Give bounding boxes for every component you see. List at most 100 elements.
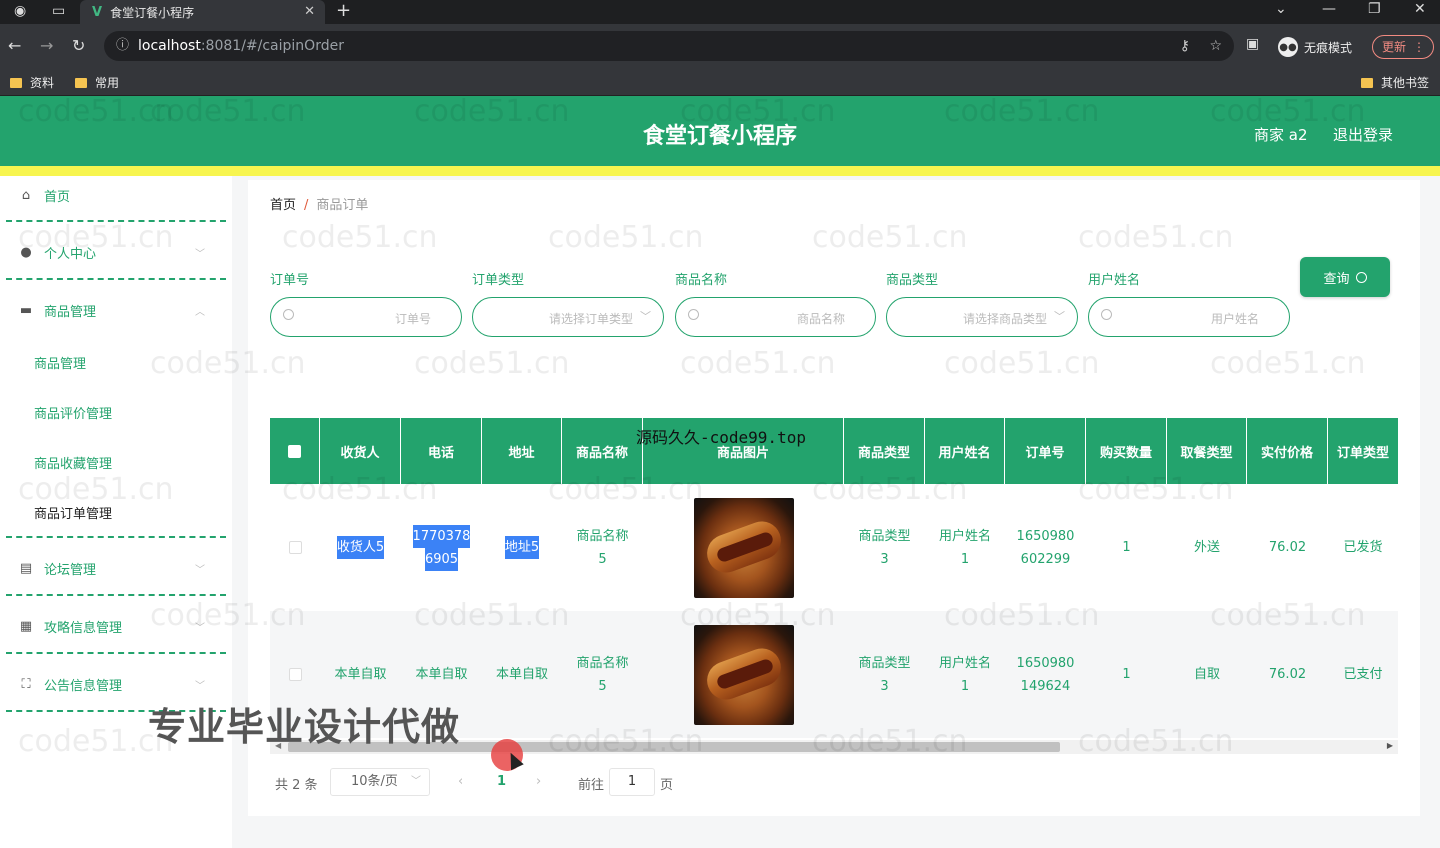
cell-quantity: 1 (1122, 667, 1131, 682)
cell-goods-type: 商品类型 3 (844, 484, 925, 611)
back-icon[interactable]: ← (8, 36, 21, 55)
bookmark-folder-2[interactable]: 常用 (75, 74, 119, 91)
sidebar-item-personal[interactable]: ● 个人中心 (18, 243, 96, 262)
user-icon: ● (20, 245, 32, 260)
tab-title: 食堂订餐小程序 (110, 5, 195, 20)
col-header-pickup-type[interactable]: 取餐类型 (1167, 418, 1247, 484)
cell-phone: 1770378 6905 (401, 484, 482, 611)
search-icon (1101, 309, 1112, 320)
goods-name-line1: 商品名称 (576, 528, 629, 544)
reload-icon[interactable]: ↻ (72, 36, 85, 55)
sidebar-item-label: 攻略信息管理 (44, 621, 123, 636)
restore-icon[interactable]: ❐ (1368, 1, 1381, 17)
order-type-placeholder: 请选择订单类型 (548, 312, 633, 326)
chevron-down-icon: ﹀ (195, 249, 205, 260)
page-unit-label: 页 (660, 778, 674, 793)
goto-page-input[interactable]: 1 (609, 768, 655, 796)
cell-goods-type: 商品类型 3 (844, 611, 925, 738)
user-name-line2: 1 (960, 678, 970, 694)
col-header-phone[interactable]: 电话 (401, 418, 482, 484)
sidebar-subitem-orders[interactable]: 商品订单管理 (34, 503, 112, 522)
col-header-address[interactable]: 地址 (482, 418, 562, 484)
cell-receiver: 收货人5 (320, 484, 401, 611)
url-path: :8081/#/caipinOrder (200, 38, 344, 54)
goods-type-select[interactable]: 请选择商品类型 ﹀ (886, 297, 1078, 337)
promo-watermark-text: 专业毕业设计代做 (148, 705, 461, 749)
new-tab-icon[interactable]: + (336, 0, 351, 21)
cell-goods-name: 商品名称 5 (562, 611, 643, 738)
row-checkbox[interactable] (288, 541, 302, 554)
url-field[interactable]: ⓘ localhost:8081/#/caipinOrder ⚷ ☆ (104, 31, 1234, 61)
select-all-checkbox[interactable] (288, 444, 301, 458)
bookmark-star-icon[interactable]: ☆ (1209, 31, 1222, 61)
breadcrumb: 首页 / 商品订单 (270, 194, 368, 213)
phone-value-line2: 6905 (424, 547, 459, 571)
goods-image[interactable] (693, 497, 794, 598)
search-icon (283, 309, 294, 320)
sidebar-subitem-goods[interactable]: 商品管理 (34, 353, 86, 372)
other-bookmarks[interactable]: 其他书签 (1361, 74, 1429, 91)
cell-order-no: 1650980 149624 (1005, 611, 1086, 738)
query-button[interactable]: 查询 (1300, 257, 1390, 297)
folder-icon (75, 77, 87, 88)
chevron-down-icon: ﹀ (195, 681, 205, 692)
sidebar-item-notice[interactable]: ⛶ 公告信息管理 (18, 675, 122, 694)
filter-label-order-no: 订单号 (270, 273, 310, 288)
logout-link[interactable]: 退出登录 (1333, 124, 1393, 145)
cell-order-status: 已支付 (1343, 667, 1383, 682)
sidebar-divider (6, 594, 226, 596)
goods-name-input[interactable]: 商品名称 (675, 297, 876, 337)
tab-search-icon[interactable]: ⌄ (1275, 1, 1287, 17)
incognito-indicator[interactable]: ●● 无痕模式 (1278, 37, 1352, 57)
browser-tab[interactable]: V 食堂订餐小程序 ✕ (80, 0, 325, 24)
user-name-placeholder: 用户姓名 (1210, 312, 1259, 326)
key-icon[interactable]: ⚷ (1180, 31, 1190, 61)
app-header: 食堂订餐小程序 商家 a2 退出登录 (0, 96, 1440, 166)
tab-overview-icon[interactable]: ▭ (52, 3, 65, 19)
sidebar-subitem-favorites[interactable]: 商品收藏管理 (34, 453, 112, 472)
col-header-order-no[interactable]: 订单号 (1005, 418, 1086, 484)
col-header-user-name[interactable]: 用户姓名 (925, 418, 1005, 484)
breadcrumb-home[interactable]: 首页 (270, 198, 296, 213)
col-header-price[interactable]: 实付价格 (1247, 418, 1328, 484)
scroll-right-icon[interactable]: ▶ (1387, 741, 1393, 750)
forward-icon[interactable]: → (40, 36, 53, 55)
update-label: 更新 (1382, 40, 1407, 54)
minimize-icon[interactable]: — (1322, 1, 1336, 17)
order-no-placeholder: 订单号 (394, 312, 431, 326)
url-host: localhost (138, 38, 201, 54)
user-name-input[interactable]: 用户姓名 (1088, 297, 1290, 337)
sidebar-item-forum[interactable]: ▤ 论坛管理 (18, 559, 96, 578)
bookmark-folder-1[interactable]: 资料 (10, 74, 54, 91)
prev-page-icon[interactable]: ‹ (458, 774, 463, 789)
next-page-icon[interactable]: › (536, 774, 541, 789)
forum-icon: ▤ (19, 561, 33, 576)
browser-menu-icon[interactable]: ◉ (14, 3, 26, 19)
col-header-goods-type[interactable]: 商品类型 (844, 418, 925, 484)
col-header-receiver[interactable]: 收货人 (320, 418, 401, 484)
update-button[interactable]: 更新 ⋮ (1372, 35, 1434, 59)
window-close-icon[interactable]: ✕ (1414, 1, 1426, 17)
site-info-icon[interactable]: ⓘ (116, 31, 129, 61)
goods-name-placeholder: 商品名称 (796, 312, 845, 326)
goods-image[interactable] (693, 624, 794, 725)
sidepanel-icon[interactable]: ▣ (1246, 36, 1259, 52)
sidebar-subitem-reviews[interactable]: 商品评价管理 (34, 403, 112, 422)
tab-close-icon[interactable]: ✕ (304, 4, 315, 19)
cell-order-status: 已发货 (1343, 540, 1383, 555)
sidebar-item-home[interactable]: ⌂ 首页 (18, 186, 70, 205)
col-header-quantity[interactable]: 购买数量 (1086, 418, 1167, 484)
col-header-goods-name[interactable]: 商品名称 (562, 418, 643, 484)
sidebar-item-label: 个人中心 (44, 247, 97, 262)
page-size-select[interactable]: 10条/页 ﹀ (330, 768, 430, 796)
row-checkbox[interactable] (288, 668, 302, 681)
chevron-down-icon: ﹀ (195, 565, 205, 576)
order-no-line1: 1650980 (1016, 655, 1075, 671)
sidebar-item-guide[interactable]: ▦ 攻略信息管理 (18, 617, 122, 636)
sidebar-item-goods[interactable]: ▬ 商品管理 (18, 301, 96, 320)
col-header-order-type[interactable]: 订单类型 (1328, 418, 1398, 484)
order-type-select[interactable]: 请选择订单类型 ﹀ (472, 297, 664, 337)
goods-name-line1: 商品名称 (576, 655, 629, 671)
page-number[interactable]: 1 (497, 774, 506, 789)
order-no-input[interactable]: 订单号 (270, 297, 462, 337)
